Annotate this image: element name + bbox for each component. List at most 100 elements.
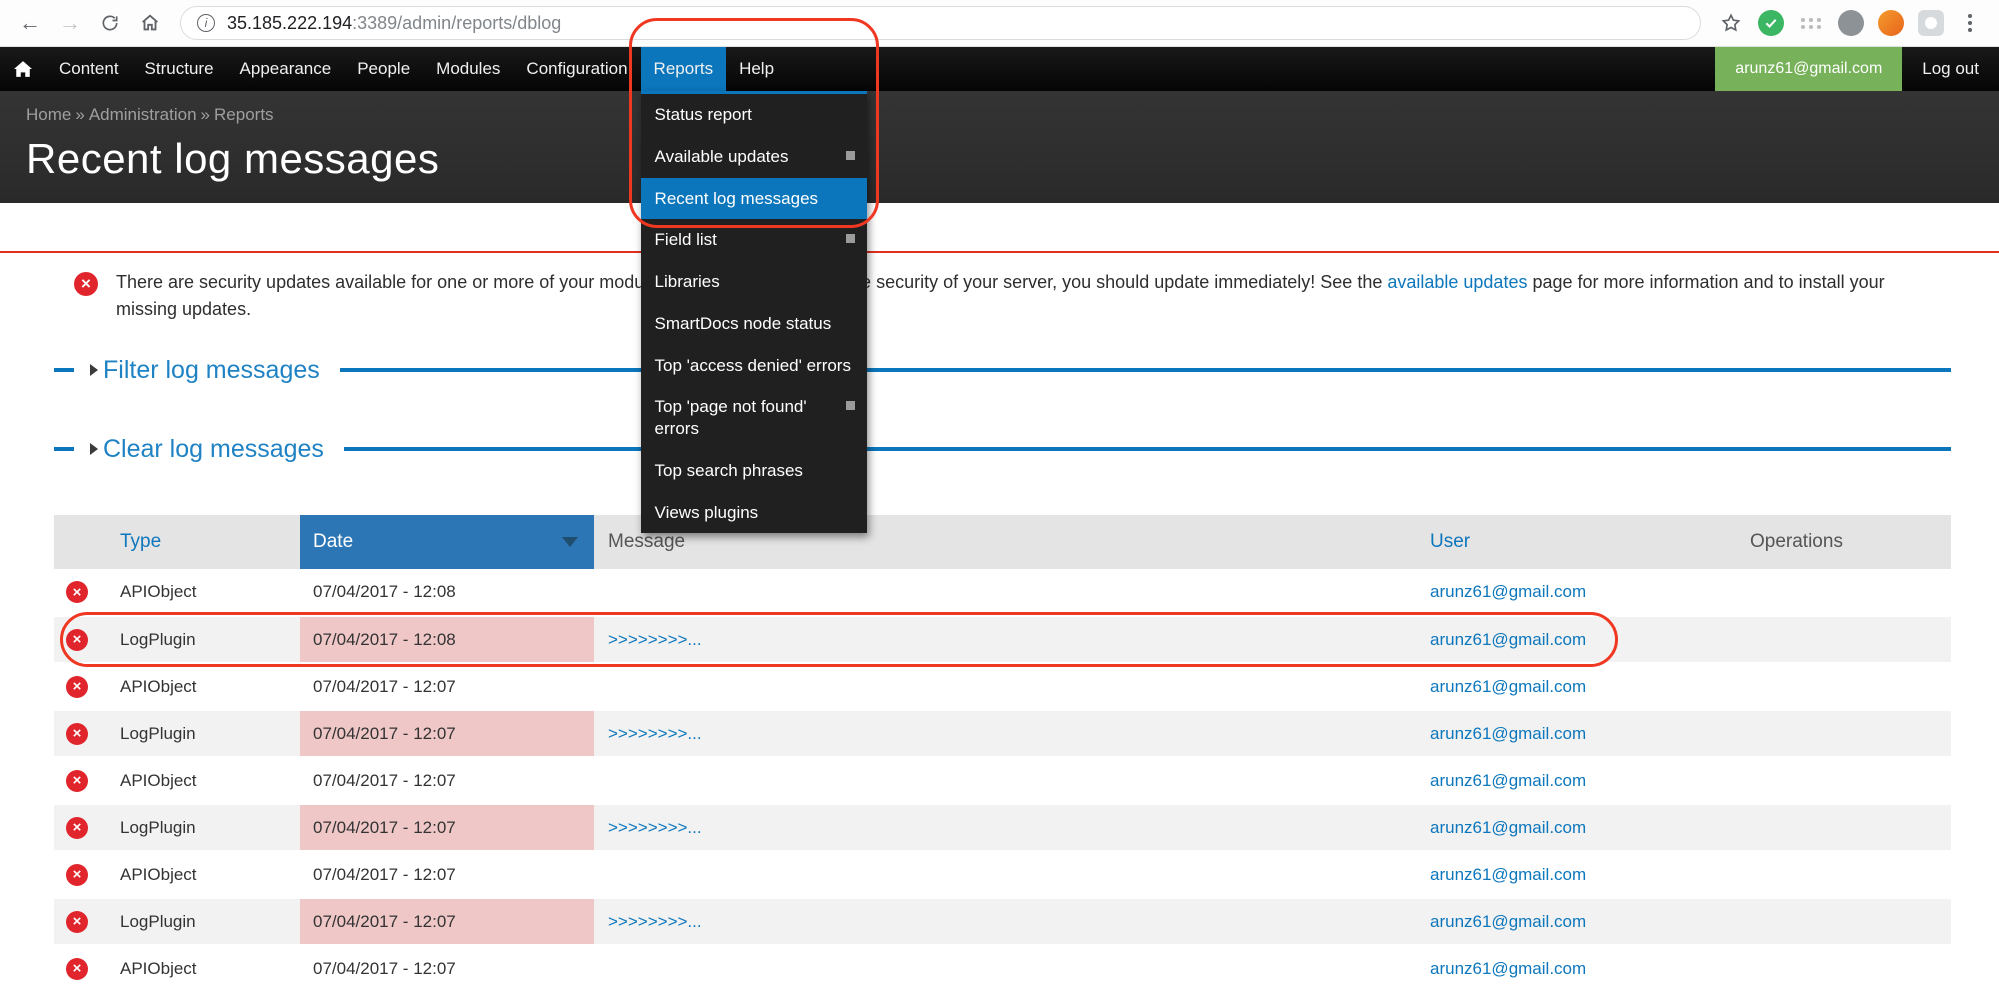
page-title: Recent log messages <box>26 135 1999 183</box>
breadcrumb: Home»Administration»Reports <box>26 105 1999 125</box>
menu-item-views-plugins[interactable]: Views plugins <box>641 492 867 534</box>
type-cell: APIObject <box>100 851 300 898</box>
message-link[interactable]: >>>>>>>>... <box>608 818 702 837</box>
extension-orange-icon[interactable] <box>1878 10 1904 36</box>
refresh-button[interactable] <box>92 5 128 41</box>
message-link[interactable]: >>>>>>>>... <box>608 724 702 743</box>
extension-dots-icon[interactable] <box>1798 10 1824 36</box>
user-link[interactable]: arunz61@gmail.com <box>1430 818 1586 837</box>
user-sort-link[interactable]: User <box>1430 531 1470 552</box>
toolbar-item-modules[interactable]: Modules <box>423 47 513 91</box>
menu-item-label: Status report <box>655 105 752 124</box>
breadcrumb-separator: » <box>75 105 84 124</box>
menu-item-recent-log-messages[interactable]: Recent log messages <box>641 178 867 220</box>
date-sort-link[interactable]: Date <box>313 531 353 553</box>
menu-item-label: Top 'access denied' errors <box>655 356 851 375</box>
operations-cell <box>1740 945 1951 992</box>
log-row: ×LogPlugin07/04/2017 - 12:08>>>>>>>>...a… <box>54 616 1951 663</box>
toolbar-item-help[interactable]: Help <box>726 47 787 91</box>
fieldset-dash <box>54 447 74 451</box>
operations-cell <box>1740 851 1951 898</box>
toolbar-item-configuration[interactable]: Configuration <box>513 47 640 91</box>
fieldset-dash <box>54 368 74 372</box>
breadcrumb-link-administration[interactable]: Administration <box>89 105 197 124</box>
reports-dropdown: Status report Available updatesRecent log… <box>641 91 867 533</box>
user-link[interactable]: arunz61@gmail.com <box>1430 959 1586 978</box>
message-cell: >>>>>>>>... <box>594 710 1420 757</box>
menu-item-field-list[interactable]: Field list <box>641 219 867 261</box>
forward-button[interactable]: → <box>52 5 88 41</box>
operations-cell <box>1740 616 1951 663</box>
bookmark-star-icon[interactable] <box>1713 5 1749 41</box>
column-header-date[interactable]: Date <box>300 515 594 569</box>
extension-light-icon[interactable] <box>1918 10 1944 36</box>
message-cell <box>594 945 1420 992</box>
collapsed-arrow-icon <box>90 364 98 376</box>
user-link[interactable]: arunz61@gmail.com <box>1430 677 1586 696</box>
available-updates-link[interactable]: available updates <box>1387 272 1527 292</box>
menu-item-label: Views plugins <box>655 503 759 522</box>
message-link[interactable]: >>>>>>>>... <box>608 630 702 649</box>
menu-item-top-page-not-found-errors[interactable]: Top 'page not found' errors <box>641 386 867 450</box>
toolbar-item-reports[interactable]: ReportsStatus reportAvailable updatesRec… <box>641 47 727 91</box>
date-cell: 07/04/2017 - 12:07 <box>300 757 594 804</box>
menu-item-smartdocs-node-status[interactable]: SmartDocs node status <box>641 303 867 345</box>
column-header-type[interactable]: Type <box>100 515 300 569</box>
type-sort-link[interactable]: Type <box>120 531 161 552</box>
menu-item-top-search-phrases[interactable]: Top search phrases <box>641 450 867 492</box>
menu-item-libraries[interactable]: Libraries <box>641 261 867 303</box>
back-button[interactable]: ← <box>12 5 48 41</box>
type-cell: APIObject <box>100 569 300 616</box>
severity-cell: × <box>54 804 100 851</box>
toolbar-item-label: Reports <box>654 59 714 79</box>
clear-log-messages-legend[interactable]: Clear log messages <box>103 435 324 464</box>
toolbar-item-label: Configuration <box>526 59 627 79</box>
user-link[interactable]: arunz61@gmail.com <box>1430 582 1586 601</box>
column-header-operations: Operations <box>1740 515 1951 569</box>
user-link[interactable]: arunz61@gmail.com <box>1430 630 1586 649</box>
message-cell: >>>>>>>>... <box>594 804 1420 851</box>
toolbar-item-appearance[interactable]: Appearance <box>227 47 345 91</box>
type-cell: LogPlugin <box>100 898 300 945</box>
toolbar-item-structure[interactable]: Structure <box>132 47 227 91</box>
menu-item-label: Libraries <box>655 272 720 291</box>
extension-gray-icon[interactable] <box>1838 10 1864 36</box>
user-link[interactable]: arunz61@gmail.com <box>1430 771 1586 790</box>
type-cell: LogPlugin <box>100 804 300 851</box>
browser-menu-icon[interactable] <box>1953 5 1987 41</box>
toolbar-home-icon[interactable] <box>0 47 46 91</box>
address-bar[interactable]: i 35.185.222.194:3389/admin/reports/dblo… <box>180 6 1701 40</box>
menu-item-top-access-denied-errors[interactable]: Top 'access denied' errors <box>641 345 867 387</box>
severity-cell: × <box>54 616 100 663</box>
log-row: ×LogPlugin07/04/2017 - 12:07 >>>>>>>>... a… <box>54 804 1951 851</box>
page-info-icon[interactable]: i <box>197 14 215 32</box>
date-cell: 07/04/2017 - 12:07 <box>300 804 594 851</box>
toolbar-item-people[interactable]: People <box>344 47 423 91</box>
user-link[interactable]: arunz61@gmail.com <box>1430 912 1586 931</box>
menu-item-label: Top search phrases <box>655 461 803 480</box>
toolbar-item-content[interactable]: Content <box>46 47 132 91</box>
url-path: :3389/admin/reports/dblog <box>352 13 561 33</box>
toolbar-item-label: Help <box>739 59 774 79</box>
home-button[interactable] <box>132 5 168 41</box>
menu-item-label: Field list <box>655 230 717 249</box>
logout-button[interactable]: Log out <box>1902 47 1999 91</box>
user-link[interactable]: arunz61@gmail.com <box>1430 724 1586 743</box>
user-cell: arunz61@gmail.com <box>1420 710 1740 757</box>
menu-item-status-report[interactable]: Status report <box>641 94 867 136</box>
menu-item-available-updates[interactable]: Available updates <box>641 136 867 178</box>
breadcrumb-link-reports[interactable]: Reports <box>214 105 274 124</box>
extension-check-icon[interactable] <box>1758 10 1784 36</box>
column-header-user[interactable]: User <box>1420 515 1740 569</box>
status-message-text: There are security updates available for… <box>116 269 1907 323</box>
filter-log-messages-legend[interactable]: Filter log messages <box>103 356 320 385</box>
user-account-badge[interactable]: arunz61@gmail.com <box>1715 47 1902 91</box>
type-cell: APIObject <box>100 945 300 992</box>
user-link[interactable]: arunz61@gmail.com <box>1430 865 1586 884</box>
toolbar-item-label: Content <box>59 59 119 79</box>
user-cell: arunz61@gmail.com <box>1420 616 1740 663</box>
message-link[interactable]: >>>>>>>>... <box>608 912 702 931</box>
breadcrumb-link-home[interactable]: Home <box>26 105 71 124</box>
operations-cell <box>1740 663 1951 710</box>
severity-cell: × <box>54 757 100 804</box>
